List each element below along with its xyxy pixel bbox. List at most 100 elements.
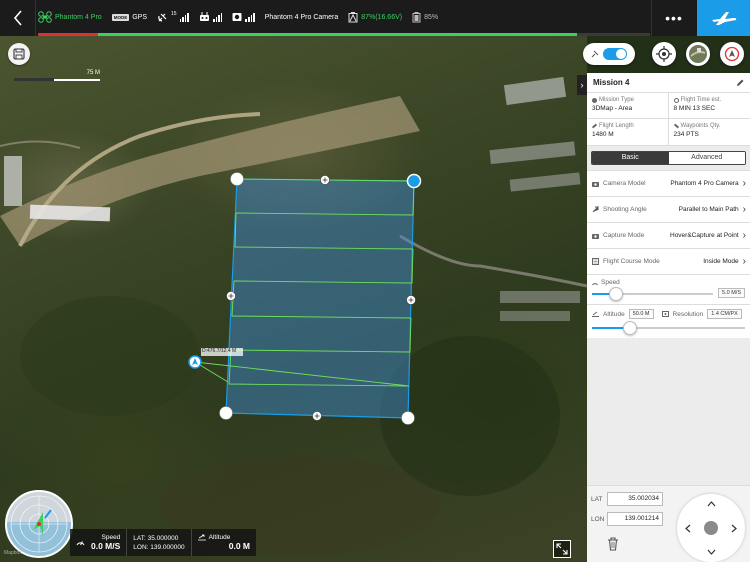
lon-input[interactable]: 139.001214 — [607, 512, 663, 526]
clock-icon — [673, 97, 679, 103]
flight-course-mode-label: Flight Course Mode — [603, 258, 660, 265]
telemetry-lon: LON: 139.000000 — [133, 543, 185, 551]
trash-icon[interactable] — [607, 537, 619, 551]
vertex-handle[interactable] — [219, 406, 233, 420]
altitude-slider-knob[interactable] — [623, 321, 638, 335]
satellite-small-icon — [591, 50, 599, 58]
speed-slider-knob[interactable] — [609, 287, 624, 301]
map-watermark: Mapbox — [4, 550, 22, 556]
more-button[interactable]: ••• — [651, 0, 696, 36]
speed-icon — [592, 282, 598, 285]
compass-icon — [7, 495, 71, 556]
telemetry-bar: Speed 0.0 M/S LAT: 35.000000 LON: 139.00… — [70, 529, 256, 556]
move-right-button[interactable] — [727, 521, 741, 535]
rc-signal[interactable] — [199, 12, 223, 22]
speed-setting-label-row: Speed — [592, 279, 620, 286]
gps-status[interactable]: MODE GPS — [111, 13, 147, 21]
flight-length-value: 1480 M — [592, 131, 614, 138]
mission-panel: Mission 4 Mission Type 3DMap - Area Flig… — [587, 73, 750, 562]
aircraft-status[interactable]: Phantom 4 Pro — [38, 11, 102, 23]
panel-collapse-button[interactable]: › — [577, 75, 587, 95]
vertex-handle[interactable] — [401, 411, 415, 425]
fly-button[interactable] — [697, 0, 750, 36]
back-button[interactable] — [0, 0, 36, 36]
mission-type-label: Mission Type — [599, 97, 634, 103]
hd-signal[interactable] — [232, 12, 255, 22]
building — [29, 204, 111, 222]
arrow-icon — [592, 206, 599, 213]
remote-battery-value: 85% — [424, 13, 439, 21]
capture-mode-row[interactable]: Capture Mode Hover&Capture at Point › — [587, 222, 750, 248]
aircraft-battery[interactable]: 87%(16.66V) — [348, 11, 402, 23]
flight-course-mode-row[interactable]: Flight Course Mode Inside Mode › — [587, 248, 750, 274]
map-mode-toggle[interactable] — [583, 43, 635, 65]
vertex-handle[interactable] — [230, 172, 244, 186]
flight-time-value: 8 MIN 13 SEC — [673, 105, 716, 112]
chevron-left-icon — [13, 10, 22, 26]
remote-battery-icon — [412, 11, 421, 22]
ruler-icon — [591, 123, 598, 129]
tab-basic[interactable]: Basic — [592, 152, 669, 164]
flight-length-cell: Flight Length 1480 M — [587, 119, 669, 145]
lat-row: LAT 35.002034 — [591, 492, 663, 506]
edit-pencil-icon[interactable] — [736, 79, 744, 87]
road — [0, 140, 81, 149]
waypoint-icon — [673, 123, 679, 129]
altitude-slider[interactable] — [592, 321, 745, 335]
satellite-icon — [158, 13, 167, 22]
resolution-value[interactable]: 1.4 CM/PX — [707, 309, 742, 319]
camera-icon — [592, 181, 599, 187]
toggle-switch[interactable] — [603, 48, 627, 60]
top-status-bar: Phantom 4 Pro MODE GPS 15 Phantom 4 Pro … — [0, 0, 750, 36]
airplane-icon — [711, 12, 736, 25]
map-terrain — [0, 76, 587, 556]
save-mission-button[interactable] — [8, 43, 30, 65]
capture-mode-label: Capture Mode — [603, 232, 645, 239]
map-layer-button[interactable] — [686, 42, 710, 66]
camera-name: Phantom 4 Pro Camera — [264, 13, 339, 21]
vertex-handle-selected[interactable] — [406, 173, 422, 189]
move-up-button[interactable] — [704, 497, 718, 511]
map-view[interactable]: D:476.7/12.4 M 75 M Speed 0.0 M/S LAT: 3… — [0, 36, 587, 562]
altitude-setting-value[interactable]: 50.0 M — [628, 309, 654, 319]
scale-label: 75 M — [86, 70, 100, 76]
expand-map-button[interactable] — [553, 540, 571, 558]
chevron-left-icon — [685, 524, 691, 532]
mission-header: Mission 4 — [587, 73, 750, 93]
remote-battery[interactable]: 85% — [412, 11, 439, 23]
flight-time-label: Flight Time est. — [680, 97, 722, 103]
speed-setting-value[interactable]: 5.0 M/S — [718, 288, 745, 298]
altitude-setting-label: Altitude — [603, 310, 625, 318]
shooting-angle-row[interactable]: Shooting Angle Parallel to Main Path › — [587, 196, 750, 222]
camera-model-row[interactable]: Camera Model Phantom 4 Pro Camera › — [587, 170, 750, 196]
altitude-cell: Altitude 0.0 M — [192, 529, 256, 556]
speed-setting: Speed 5.0 M/S — [587, 274, 750, 304]
hd-signal-bars-icon — [245, 12, 255, 22]
compass-radar[interactable] — [5, 490, 73, 558]
building — [509, 172, 581, 192]
dpad-center-button[interactable] — [704, 521, 718, 535]
resolution-icon — [661, 311, 669, 317]
globe-icon — [592, 97, 597, 103]
lat-input[interactable]: 35.002034 — [607, 492, 663, 506]
move-left-button[interactable] — [681, 521, 695, 535]
direction-pad — [677, 494, 745, 562]
chevron-down-icon — [707, 549, 715, 555]
satellite-status[interactable]: 15 — [157, 11, 189, 23]
aircraft-locate-button[interactable] — [720, 42, 744, 66]
speed-slider[interactable] — [592, 287, 714, 301]
chevron-right-icon: › — [742, 204, 746, 215]
waypoints-cell: Waypoints Qty. 234 PTS — [669, 119, 750, 145]
tab-advanced[interactable]: Advanced — [668, 152, 745, 164]
waypoints-label: Waypoints Qty. — [680, 123, 721, 129]
gps-label: GPS — [132, 13, 147, 21]
save-icon — [13, 48, 25, 60]
flight-length-label: Flight Length — [599, 123, 634, 129]
camera-status[interactable]: Phantom 4 Pro Camera — [265, 14, 339, 21]
locate-button[interactable] — [652, 42, 676, 66]
waypoint-coordinate-editor: LAT 35.002034 LON 139.001214 — [587, 485, 750, 562]
crosshair-icon — [656, 46, 672, 62]
mission-type-value: 3DMap - Area — [592, 105, 633, 112]
speed-cell: Speed 0.0 M/S — [70, 529, 128, 556]
move-down-button[interactable] — [704, 545, 718, 559]
